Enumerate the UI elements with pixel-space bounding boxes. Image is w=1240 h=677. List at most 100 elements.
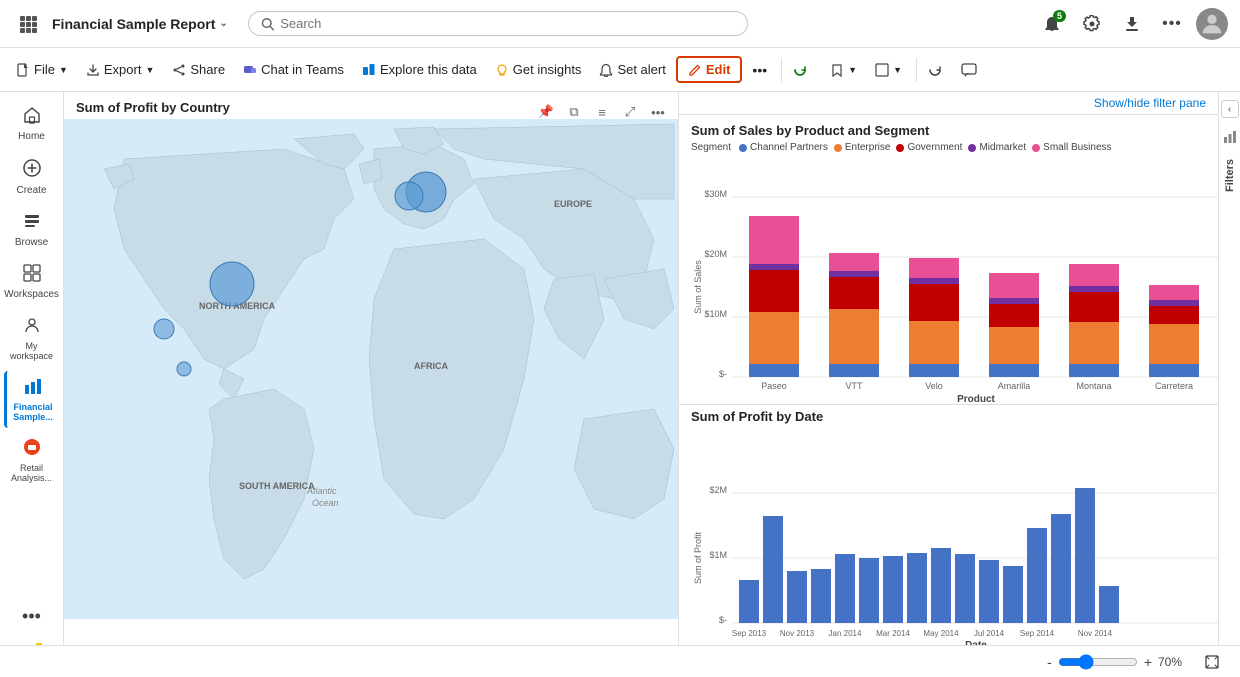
avatar-icon [1198, 10, 1226, 38]
paseo-channel [749, 364, 799, 377]
settings-button[interactable] [1076, 8, 1108, 40]
bar-chart-legend: Segment Channel Partners Enterprise Gove… [691, 142, 1206, 153]
collapse-filters-button[interactable]: ‹ [1221, 100, 1239, 118]
zoom-plus[interactable]: + [1144, 654, 1152, 670]
carretera-small [1149, 285, 1199, 300]
x-amarilla: Amarilla [998, 381, 1031, 391]
bar-aug14 [1003, 566, 1023, 623]
title-chevron: ⌄ [219, 18, 227, 29]
view-chevron: ▼ [893, 65, 902, 75]
montana-mid [1069, 286, 1119, 292]
file-button[interactable]: File ▼ [8, 58, 76, 81]
bottom-bar: - + 70% [0, 645, 1240, 677]
ellipsis-icon: ••• [1162, 15, 1182, 33]
chat-teams-button[interactable]: Chat in Teams [235, 58, 352, 81]
report-title[interactable]: Financial Sample Report ⌄ [52, 16, 228, 32]
bar-mar14 [883, 556, 903, 623]
y-axis-label: Sum of Sales [693, 260, 703, 314]
legend-enterprise-dot [834, 144, 842, 152]
zoom-percent: 70% [1158, 655, 1188, 669]
comment-button[interactable] [957, 58, 989, 82]
legend-small-dot [1032, 144, 1040, 152]
vtt-enterprise [829, 309, 879, 364]
date-nov14: Nov 2014 [1078, 629, 1113, 638]
amarilla-channel [989, 364, 1039, 377]
filter-bars-icon [1223, 130, 1237, 144]
bookmark-chevron: ▼ [848, 65, 857, 75]
explore-button[interactable]: Explore this data [354, 58, 485, 81]
fullscreen-button[interactable] [1196, 646, 1228, 677]
filters-label[interactable]: Filters [1224, 159, 1236, 192]
search-bar[interactable] [248, 11, 748, 36]
sidebar-item-create[interactable]: Create [4, 152, 60, 202]
date-mar14: Mar 2014 [876, 629, 910, 638]
bar-jan14 [835, 554, 855, 623]
carretera-channel [1149, 364, 1199, 377]
legend-enterprise-label: Enterprise [845, 142, 891, 153]
search-icon [261, 17, 274, 31]
file-chevron: ▼ [59, 65, 68, 75]
legend-segment-label: Segment [691, 142, 731, 153]
sidebar-browse-label: Browse [15, 237, 48, 248]
teams-icon [243, 63, 257, 77]
zoom-minus[interactable]: - [1047, 654, 1052, 670]
carretera-mid [1149, 300, 1199, 306]
sidebar-item-financial[interactable]: FinancialSample... [4, 371, 60, 428]
insights-button[interactable]: Get insights [487, 58, 590, 81]
sidebar-item-browse[interactable]: Browse [4, 206, 60, 254]
top-right-icons: 5 ••• [1036, 8, 1228, 40]
more-options-button[interactable]: ••• [1156, 8, 1188, 40]
africa-label: AFRICA [414, 361, 448, 371]
velo-mid [909, 278, 959, 284]
share-icon [172, 63, 186, 77]
bar-apr14 [907, 553, 927, 623]
alert-button[interactable]: Set alert [591, 58, 673, 81]
edit-button[interactable]: Edit [676, 56, 743, 83]
left-panel: Sum of Profit by Country 📌 ⧉ ≡ ⤢ ••• [64, 92, 679, 677]
search-input[interactable] [280, 16, 735, 31]
legend-mid-dot [968, 144, 976, 152]
refresh-button[interactable] [788, 58, 820, 82]
bookmark-button[interactable]: ▼ [822, 59, 865, 81]
paseo-mid [749, 264, 799, 270]
legend-govt-label: Government [907, 142, 962, 153]
europe-label: EUROPE [554, 199, 592, 209]
profit-y-axis-label: Sum of Profit [693, 531, 703, 584]
date-nov13: Nov 2013 [780, 629, 815, 638]
legend-small-business: Small Business [1032, 142, 1111, 153]
toolbar-more-button[interactable]: ••• [744, 58, 775, 82]
sidebar-item-home[interactable]: Home [4, 100, 60, 148]
export-button[interactable]: Export ▼ [78, 58, 163, 81]
y-tick-30m: $30M [704, 189, 727, 199]
show-filter-button[interactable]: Show/hide filter pane [1094, 96, 1206, 110]
refresh-icon [792, 62, 808, 78]
bookmark-icon [830, 63, 844, 77]
date-jan14: Jan 2014 [829, 629, 862, 638]
sidebar-more[interactable]: ••• [4, 600, 60, 637]
my-workspace-icon [23, 316, 41, 339]
app-grid-button[interactable] [12, 8, 44, 40]
sidebar-item-workspaces[interactable]: Workspaces [4, 258, 60, 306]
sidebar-item-my-workspace[interactable]: Myworkspace [4, 310, 60, 367]
user-avatar[interactable] [1196, 8, 1228, 40]
x-paseo: Paseo [761, 381, 787, 391]
share-button[interactable]: Share [164, 58, 233, 81]
notifications-button[interactable]: 5 [1036, 8, 1068, 40]
filters-panel[interactable]: ‹ Filters [1218, 92, 1240, 677]
y-tick-0: $- [719, 369, 727, 379]
explore-icon [362, 63, 376, 77]
page-refresh-icon [927, 62, 943, 78]
profit-chart-section: Sum of Profit by Date $- $1M $2M Sum of … [679, 404, 1218, 677]
svg-text:Atlantic: Atlantic [306, 486, 337, 496]
svg-text:Ocean: Ocean [312, 498, 339, 508]
toolbar: File ▼ Export ▼ Share Chat in Teams [0, 48, 1240, 92]
velo-govt [909, 284, 959, 321]
view-button[interactable]: ▼ [867, 59, 910, 81]
zoom-slider[interactable] [1058, 654, 1138, 670]
download-button[interactable] [1116, 8, 1148, 40]
velo-small [909, 258, 959, 278]
sidebar-item-retail[interactable]: RetailAnalysis... [4, 432, 60, 489]
page-refresh-button[interactable] [923, 58, 955, 82]
profit-y-tick-1m: $1M [709, 550, 727, 560]
legend-channel-partners: Channel Partners [739, 142, 828, 153]
